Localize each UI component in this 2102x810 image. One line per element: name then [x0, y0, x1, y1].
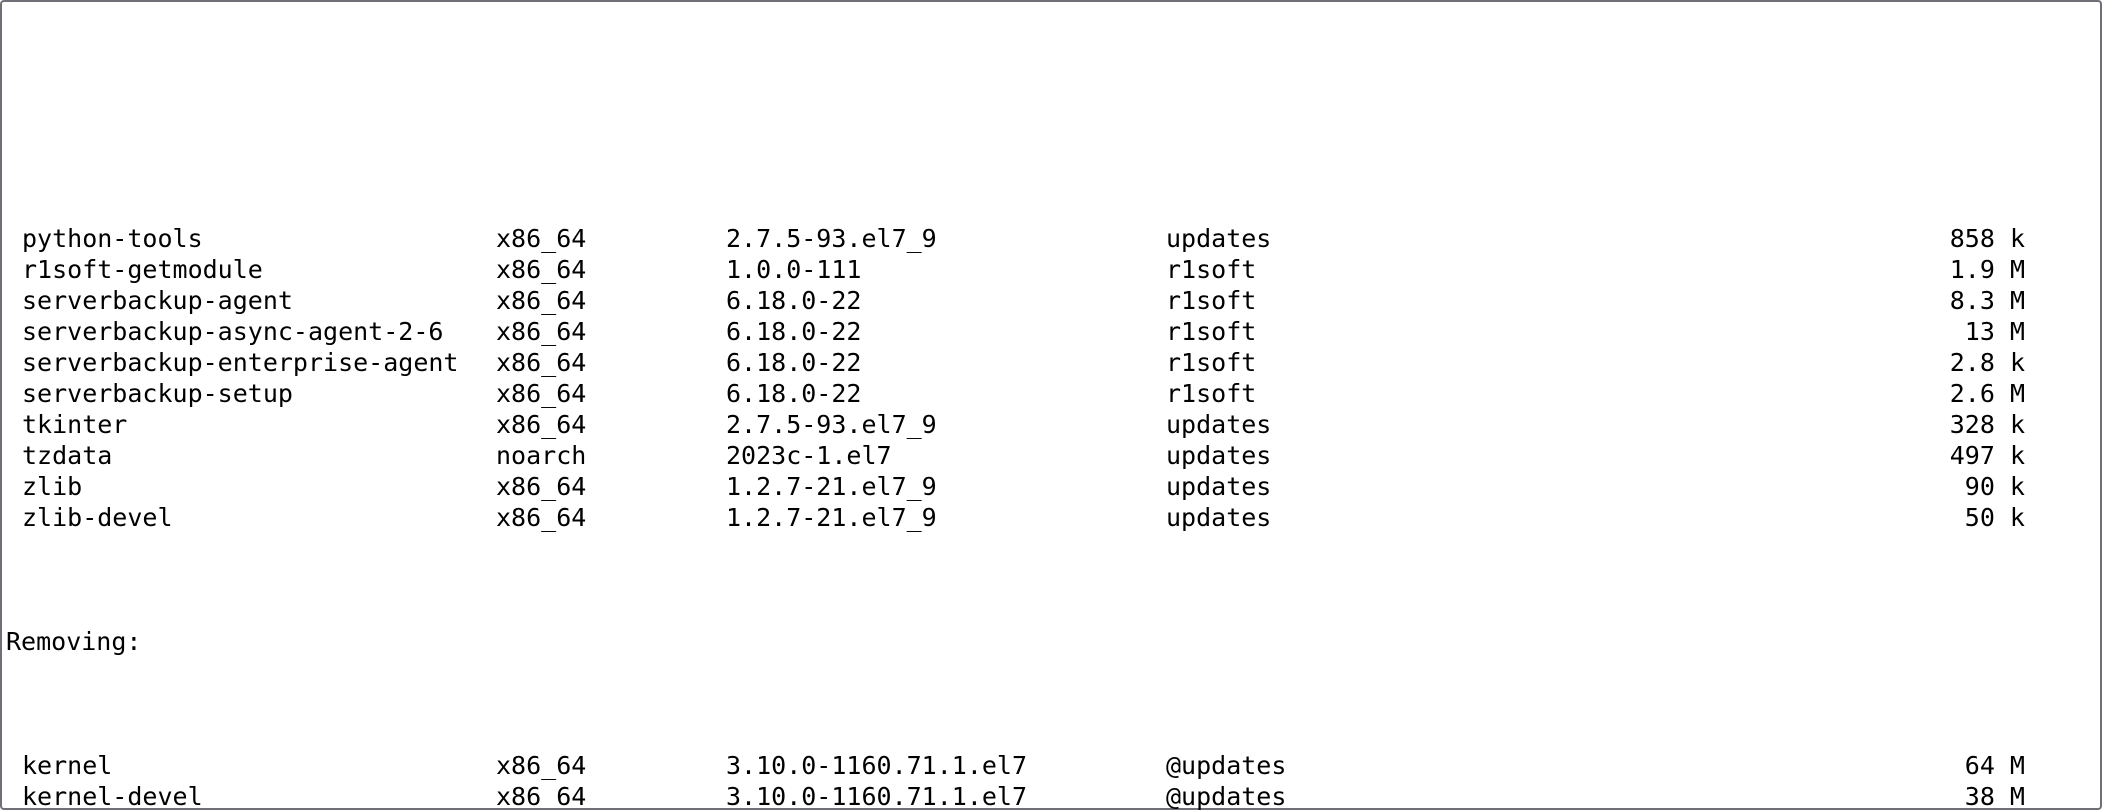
package-arch: x86_64	[496, 316, 726, 347]
package-size: 64 M	[1496, 750, 2031, 781]
package-version: 6.18.0-22	[726, 378, 1166, 409]
package-arch: x86_64	[496, 471, 726, 502]
package-name: serverbackup-enterprise-agent	[6, 347, 496, 378]
table-row: zlibx86_641.2.7-21.el7_9updates90 k	[6, 471, 2100, 502]
table-row: python-toolsx86_642.7.5-93.el7_9updates8…	[6, 223, 2100, 254]
package-repo: r1soft	[1166, 347, 1496, 378]
table-row: serverbackup-async-agent-2-6x86_646.18.0…	[6, 316, 2100, 347]
package-repo: r1soft	[1166, 316, 1496, 347]
package-name: serverbackup-agent	[6, 285, 496, 316]
package-arch: x86_64	[496, 750, 726, 781]
package-repo: @updates	[1166, 781, 1496, 810]
package-name: r1soft-getmodule	[6, 254, 496, 285]
package-version: 2.7.5-93.el7_9	[726, 223, 1166, 254]
package-arch: x86_64	[496, 254, 726, 285]
table-row: r1soft-getmodulex86_641.0.0-111r1soft1.9…	[6, 254, 2100, 285]
package-name: serverbackup-setup	[6, 378, 496, 409]
package-name: zlib-devel	[6, 502, 496, 533]
package-name: serverbackup-async-agent-2-6	[6, 316, 496, 347]
table-row: zlib-develx86_641.2.7-21.el7_9updates50 …	[6, 502, 2100, 533]
package-name: kernel	[6, 750, 496, 781]
package-arch: x86_64	[496, 409, 726, 440]
package-repo: updates	[1166, 502, 1496, 533]
package-arch: x86_64	[496, 781, 726, 810]
table-row: serverbackup-setupx86_646.18.0-22r1soft2…	[6, 378, 2100, 409]
package-repo: updates	[1166, 223, 1496, 254]
package-version: 1.0.0-111	[726, 254, 1166, 285]
table-row: tzdatanoarch2023c-1.el7updates497 k	[6, 440, 2100, 471]
package-size: 90 k	[1496, 471, 2031, 502]
package-size: 497 k	[1496, 440, 2031, 471]
package-repo: r1soft	[1166, 254, 1496, 285]
terminal-output[interactable]: python-toolsx86_642.7.5-93.el7_9updates8…	[2, 126, 2100, 810]
package-arch: x86_64	[496, 223, 726, 254]
package-repo: r1soft	[1166, 285, 1496, 316]
table-row: serverbackup-agentx86_646.18.0-22r1soft8…	[6, 285, 2100, 316]
package-name: kernel-devel	[6, 781, 496, 810]
package-version: 2.7.5-93.el7_9	[726, 409, 1166, 440]
package-arch: x86_64	[496, 502, 726, 533]
package-arch: x86_64	[496, 347, 726, 378]
package-repo: updates	[1166, 471, 1496, 502]
package-size: 1.9 M	[1496, 254, 2031, 285]
package-size: 2.6 M	[1496, 378, 2031, 409]
table-row: kernel-develx86_643.10.0-1160.71.1.el7@u…	[6, 781, 2100, 810]
package-name: zlib	[6, 471, 496, 502]
package-size: 8.3 M	[1496, 285, 2031, 316]
package-size: 328 k	[1496, 409, 2031, 440]
package-arch: noarch	[496, 440, 726, 471]
table-row: kernelx86_643.10.0-1160.71.1.el7@updates…	[6, 750, 2100, 781]
package-repo: @updates	[1166, 750, 1496, 781]
package-repo: updates	[1166, 440, 1496, 471]
package-size: 858 k	[1496, 223, 2031, 254]
package-size: 13 M	[1496, 316, 2031, 347]
package-list: python-toolsx86_642.7.5-93.el7_9updates8…	[6, 223, 2100, 533]
package-version: 1.2.7-21.el7_9	[726, 471, 1166, 502]
package-version: 3.10.0-1160.71.1.el7	[726, 781, 1166, 810]
table-row: serverbackup-enterprise-agentx86_646.18.…	[6, 347, 2100, 378]
package-version: 6.18.0-22	[726, 347, 1166, 378]
table-row: tkinterx86_642.7.5-93.el7_9updates328 k	[6, 409, 2100, 440]
package-size: 50 k	[1496, 502, 2031, 533]
removing-heading: Removing:	[6, 626, 2100, 657]
package-version: 6.18.0-22	[726, 285, 1166, 316]
package-name: tzdata	[6, 440, 496, 471]
package-version: 2023c-1.el7	[726, 440, 1166, 471]
package-size: 38 M	[1496, 781, 2031, 810]
package-arch: x86_64	[496, 378, 726, 409]
package-size: 2.8 k	[1496, 347, 2031, 378]
package-version: 1.2.7-21.el7_9	[726, 502, 1166, 533]
package-name: tkinter	[6, 409, 496, 440]
package-arch: x86_64	[496, 285, 726, 316]
package-repo: r1soft	[1166, 378, 1496, 409]
removing-list: kernelx86_643.10.0-1160.71.1.el7@updates…	[6, 750, 2100, 810]
package-name: python-tools	[6, 223, 496, 254]
removing-label: Removing:	[6, 626, 496, 657]
package-version: 6.18.0-22	[726, 316, 1166, 347]
package-repo: updates	[1166, 409, 1496, 440]
package-version: 3.10.0-1160.71.1.el7	[726, 750, 1166, 781]
